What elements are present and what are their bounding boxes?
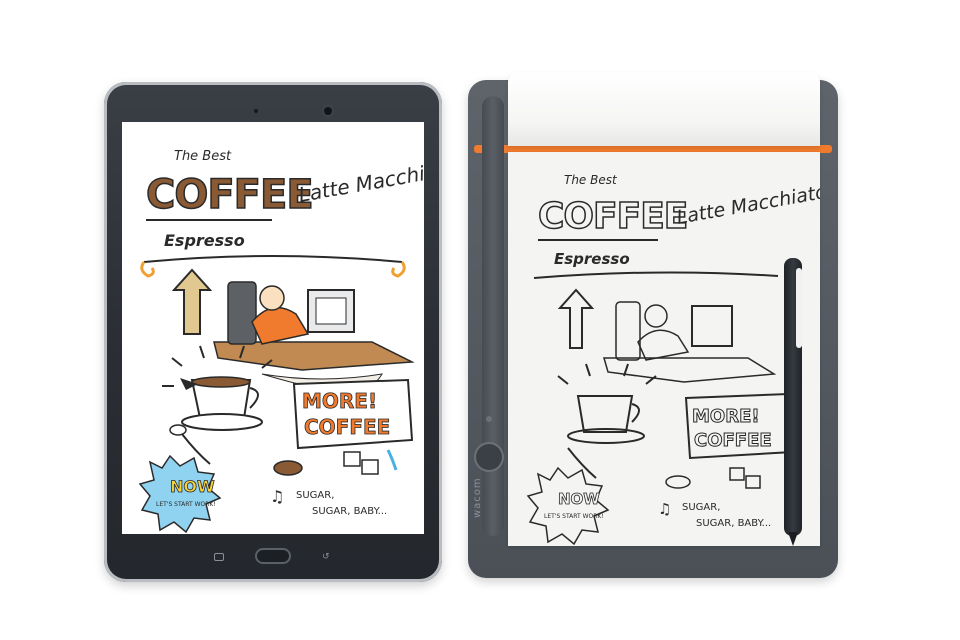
paper-worker-body [637, 329, 690, 361]
smartpad-device: wacom The Best COFFEE Espresso Latte Mac… [468, 72, 838, 578]
paper-coffee-beans [665, 475, 691, 489]
paper-up-arrow-icon [557, 288, 595, 349]
paper-now-label: NOW [558, 490, 600, 508]
sketch-sugar-splash [386, 449, 398, 471]
tablet-home-button [257, 550, 289, 562]
paper-notepad: The Best COFFEE Espresso Latte Macchiato [508, 152, 820, 546]
tablet-color-sketch: The Best COFFEE Espresso Latte Macchiato [138, 149, 424, 534]
sketch-spoon [181, 433, 211, 465]
sketch-best-label: The Best [174, 149, 232, 164]
up-arrow-icon [171, 268, 213, 335]
paper-sugar-baby-label: SUGAR, BABY... [696, 518, 771, 529]
paper-start-work-label: LET'S START WORK! [544, 513, 604, 520]
paper-chair [615, 301, 641, 361]
sketch-chair [227, 281, 257, 345]
paper-desk [603, 357, 777, 383]
paper-monitor [691, 305, 733, 347]
tablet-device: The Best COFFEE Espresso Latte Macchiato [104, 82, 442, 582]
paper-ink-sketch: The Best COFFEE Espresso Latte Macchiato [526, 173, 820, 546]
sketch-coffee-title: COFFEE [146, 172, 313, 218]
paper-coffee-sign-label: COFFEE [694, 430, 772, 451]
music-note-icon: ♫ [270, 487, 284, 506]
paper-curl [508, 72, 820, 146]
sketch-sugar-baby-label: SUGAR, BABY... [312, 506, 387, 517]
paper-best-label: The Best [564, 173, 618, 187]
sketch-more-label: MORE! [302, 389, 377, 413]
sketch-worker-body [251, 306, 310, 345]
tablet-back-icon: ↺ [322, 552, 330, 562]
music-note-icon: ♫ [658, 500, 671, 518]
sketch-spoon-head [169, 424, 187, 436]
sketch-start-work-label: LET'S START WORK! [156, 501, 216, 508]
paper-espresso-label: Espresso [554, 250, 630, 268]
tablet-screen: The Best COFFEE Espresso Latte Macchiato [122, 122, 424, 534]
sketch-sugar-cube [343, 451, 361, 467]
stylus-clip [796, 268, 802, 348]
sketch-latte-label: Latte Macchiato [297, 156, 424, 207]
sketch-worker-head [259, 285, 285, 311]
sketch-flourish-left [140, 261, 155, 278]
paper-divider [533, 271, 779, 279]
sketch-espresso-label: Espresso [164, 231, 245, 250]
tablet-sensor [254, 109, 258, 113]
smartpad-status-led-icon [486, 416, 492, 422]
sketch-now-label: NOW [170, 477, 215, 496]
sketch-coffee-sign-label: COFFEE [304, 415, 390, 439]
sketch-divider [143, 255, 403, 263]
paper-coffee-title: COFFEE [538, 196, 687, 237]
paper-sugar-label: SUGAR, [682, 502, 720, 513]
paper-sugar-cube [745, 475, 761, 489]
sketch-monitor-screen [315, 297, 347, 325]
smartpad-sync-button [476, 444, 502, 470]
sketch-sugar-cube [361, 459, 379, 475]
paper-latte-label: Latte Macchiato [675, 181, 820, 229]
product-scene: The Best COFFEE Espresso Latte Macchiato [0, 0, 960, 640]
paper-sugar-cube [729, 467, 745, 481]
tablet-front-camera-icon [324, 107, 332, 115]
paper-more-label: MORE! [692, 406, 760, 427]
tablet-recent-apps-icon [214, 553, 224, 561]
sketch-flourish-right [391, 261, 406, 278]
smartpad-brand-label: wacom [472, 477, 483, 518]
sketch-sugar-label: SUGAR, [296, 490, 334, 501]
paper-worker-head [644, 304, 668, 328]
smartpad-pen-holder [482, 96, 504, 536]
paper-spoon [567, 447, 597, 479]
sketch-coffee-beans [273, 460, 303, 476]
